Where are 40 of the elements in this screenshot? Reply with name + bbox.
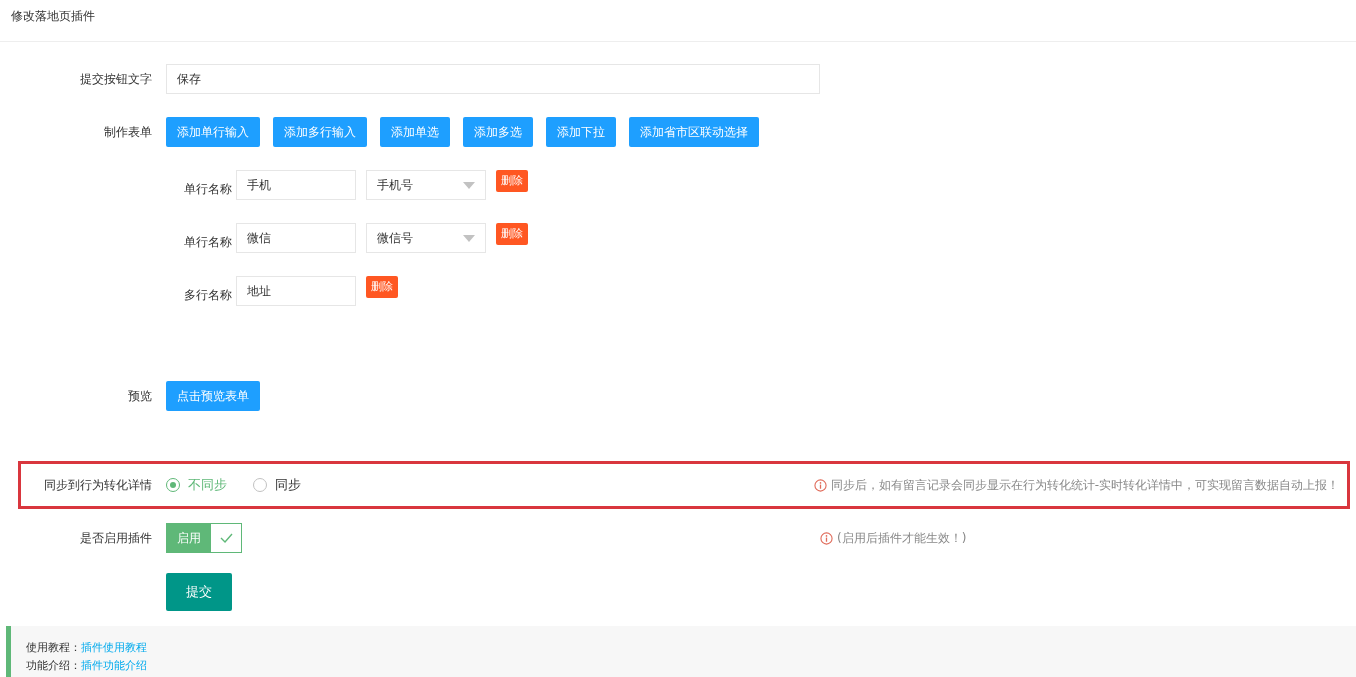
delete-button[interactable]: 删除 bbox=[366, 276, 398, 298]
field-name-input[interactable]: 手机 bbox=[236, 170, 356, 200]
radio-option[interactable]: 同步 bbox=[253, 475, 301, 495]
delete-button[interactable]: 删除 bbox=[496, 223, 528, 245]
enable-switch[interactable]: 启用 bbox=[166, 523, 242, 553]
add-field-button[interactable]: 添加单选 bbox=[380, 117, 450, 147]
field-type-select[interactable]: 微信号 bbox=[366, 223, 486, 253]
help-link[interactable]: 插件功能介绍 bbox=[81, 658, 147, 674]
submit-button[interactable]: 提交 bbox=[166, 573, 232, 611]
add-field-button[interactable]: 添加下拉 bbox=[546, 117, 616, 147]
radio-option[interactable]: 不同步 bbox=[166, 475, 227, 495]
field-name-input[interactable]: 地址 bbox=[236, 276, 356, 306]
field-name-input[interactable]: 微信 bbox=[236, 223, 356, 253]
add-field-button[interactable]: 添加省市区联动选择 bbox=[629, 117, 759, 147]
field-label: 制作表单 bbox=[103, 124, 152, 141]
help-label: 功能介绍： bbox=[26, 658, 81, 674]
help-label: 使用教程： bbox=[26, 640, 81, 656]
hint-text: (启用后插件才能生效！) bbox=[837, 530, 967, 547]
field-label: 单行名称 bbox=[183, 181, 232, 198]
field-label: 单行名称 bbox=[183, 234, 232, 251]
field-label: 同步到行为转化详情 bbox=[43, 477, 152, 494]
add-field-button[interactable]: 添加多行输入 bbox=[273, 117, 367, 147]
preview-button[interactable]: 点击预览表单 bbox=[166, 381, 260, 411]
caret-icon bbox=[463, 181, 475, 189]
add-field-button[interactable]: 添加多选 bbox=[463, 117, 533, 147]
field-label: 预览 bbox=[127, 388, 152, 405]
submit-text-field[interactable]: 保存 bbox=[166, 64, 820, 94]
check-icon bbox=[219, 533, 233, 543]
info-icon bbox=[813, 478, 827, 492]
info-icon bbox=[820, 531, 833, 545]
field-label: 是否启用插件 bbox=[79, 530, 152, 547]
field-type-select[interactable]: 手机号 bbox=[366, 170, 486, 200]
add-field-button[interactable]: 添加单行输入 bbox=[166, 117, 260, 147]
field-label: 提交按钮文字 bbox=[79, 71, 152, 88]
field-label: 多行名称 bbox=[183, 287, 232, 304]
delete-button[interactable]: 删除 bbox=[496, 170, 528, 192]
caret-icon bbox=[463, 234, 475, 242]
help-link[interactable]: 插件使用教程 bbox=[81, 640, 147, 656]
hint-text: 同步后，如有留言记录会同步显示在行为转化统计-实时转化详情中，可实现留言数据自动上报！ bbox=[830, 477, 1339, 494]
page-title: 修改落地页插件 bbox=[11, 7, 95, 25]
